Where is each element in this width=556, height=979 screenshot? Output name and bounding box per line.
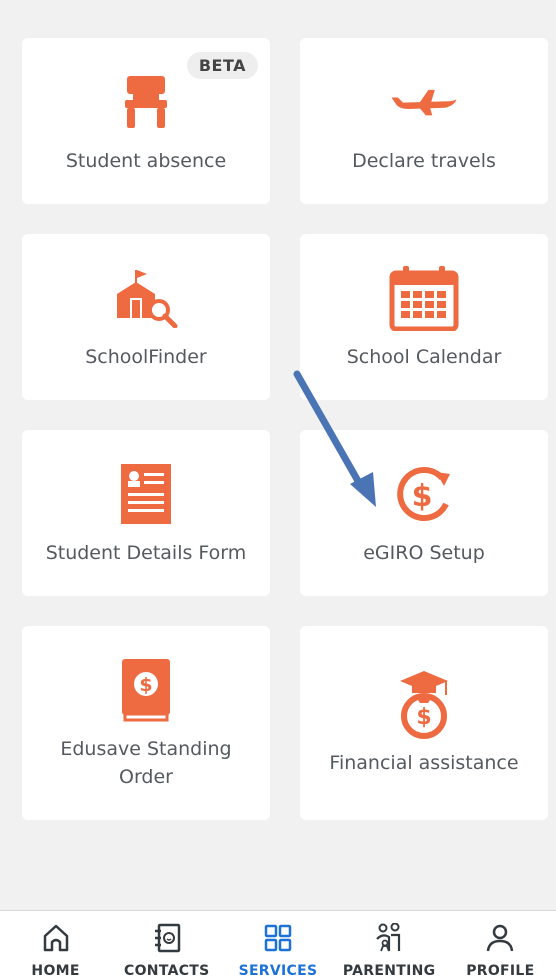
dollar-cycle-icon: $: [389, 459, 459, 529]
tile-label: Declare travels: [352, 150, 496, 172]
nav-contacts[interactable]: CONTACTS: [112, 921, 222, 979]
calendar-icon: [389, 263, 459, 333]
id-form-icon: [111, 459, 181, 529]
tile-school-calendar[interactable]: School Calendar: [300, 234, 548, 400]
nav-label: SERVICES: [238, 963, 318, 979]
svg-text:$: $: [412, 479, 433, 514]
nav-services[interactable]: SERVICES: [223, 921, 333, 979]
nav-label: PARENTING: [342, 963, 436, 979]
nav-label: PROFILE: [466, 963, 535, 979]
tile-label: Student Details Form: [45, 542, 247, 564]
tile-financial-assistance[interactable]: $ Financial assistance: [300, 626, 548, 820]
tile-label: School Calendar: [346, 346, 502, 368]
svg-text:$: $: [416, 705, 431, 730]
contacts-icon: [152, 921, 182, 955]
tile-edusave-standing-order[interactable]: $ Edusave Standing Order: [22, 626, 270, 820]
tile-student-details-form[interactable]: Student Details Form: [22, 430, 270, 596]
nav-profile[interactable]: PROFILE: [445, 921, 555, 979]
tile-label: eGIRO Setup: [363, 542, 485, 564]
tile-student-absence[interactable]: BETA Student absence: [22, 38, 270, 204]
person-icon: [485, 921, 515, 955]
beta-badge: BETA: [186, 52, 258, 79]
nav-home[interactable]: HOME: [1, 921, 111, 979]
chair-icon: [111, 67, 181, 137]
nav-label: HOME: [31, 963, 80, 979]
dollar-book-icon: $: [111, 655, 181, 725]
tile-declare-travels[interactable]: Declare travels: [300, 38, 548, 204]
airplane-icon: [389, 67, 459, 137]
tile-label: Edusave Standing Order: [60, 738, 232, 788]
tile-label: Student absence: [65, 150, 227, 172]
svg-text:$: $: [139, 674, 152, 696]
school-search-icon: [111, 263, 181, 333]
bottom-nav: HOME CONTACTS SERVICES PARENTING PROFILE: [0, 910, 556, 979]
parenting-icon: [373, 921, 405, 955]
tile-schoolfinder[interactable]: SchoolFinder: [22, 234, 270, 400]
tile-egiro-setup[interactable]: $ eGIRO Setup: [300, 430, 548, 596]
tile-label: SchoolFinder: [85, 346, 207, 368]
nav-parenting[interactable]: PARENTING: [334, 921, 444, 979]
home-icon: [42, 921, 70, 955]
nav-label: CONTACTS: [124, 963, 210, 979]
grid-icon: [263, 921, 293, 955]
tile-label: Financial assistance: [329, 752, 519, 774]
services-grid: BETA Student absence Declare travels Sch…: [22, 38, 549, 850]
graduation-money-bag-icon: $: [389, 669, 459, 739]
